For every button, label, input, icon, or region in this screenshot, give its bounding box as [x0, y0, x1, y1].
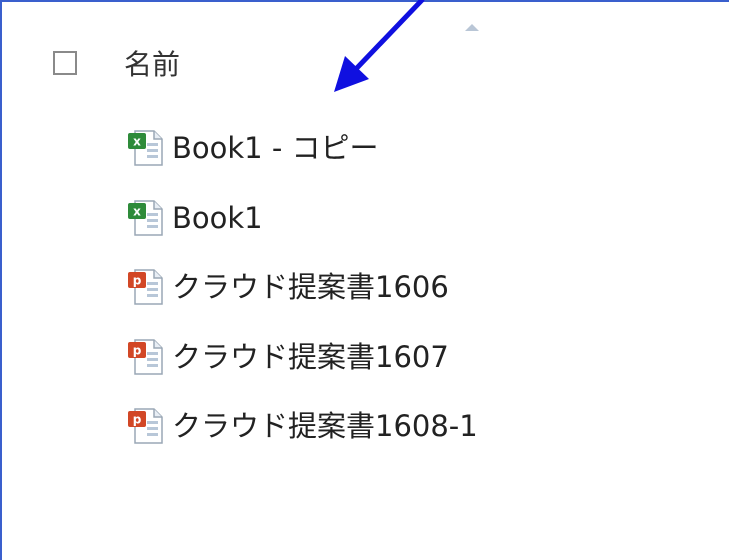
excel-file-icon: x — [126, 128, 166, 168]
file-name[interactable]: Book1 - コピー — [172, 128, 379, 168]
powerpoint-file-icon: p — [126, 406, 166, 446]
column-header-name[interactable]: 名前 — [124, 43, 180, 83]
file-name[interactable]: Book1 — [172, 198, 263, 238]
file-row[interactable]: p クラウド提案書1607 — [126, 337, 478, 407]
svg-text:p: p — [133, 274, 142, 288]
file-row[interactable]: x Book1 — [126, 198, 478, 268]
sort-ascending-icon[interactable] — [465, 24, 479, 31]
powerpoint-file-icon: p — [126, 267, 166, 307]
file-name[interactable]: クラウド提案書1608-1 — [172, 406, 478, 446]
file-name[interactable]: クラウド提案書1607 — [172, 337, 449, 377]
svg-text:x: x — [133, 135, 141, 149]
file-row[interactable]: p クラウド提案書1606 — [126, 267, 478, 337]
excel-file-icon: x — [126, 198, 166, 238]
file-list-panel: 名前 x Book1 - コピー x Book1 p クラウド提案書1606 p… — [0, 0, 729, 560]
file-row[interactable]: x Book1 - コピー — [126, 128, 478, 198]
svg-text:p: p — [133, 343, 142, 357]
file-name[interactable]: クラウド提案書1606 — [172, 267, 449, 307]
file-row[interactable]: p クラウド提案書1608-1 — [126, 406, 478, 476]
svg-text:p: p — [133, 413, 142, 427]
powerpoint-file-icon: p — [126, 337, 166, 377]
file-list: x Book1 - コピー x Book1 p クラウド提案書1606 p クラ… — [126, 128, 478, 476]
select-all-checkbox[interactable] — [53, 51, 77, 75]
svg-text:x: x — [133, 204, 141, 218]
column-header-row: 名前 — [53, 42, 180, 84]
